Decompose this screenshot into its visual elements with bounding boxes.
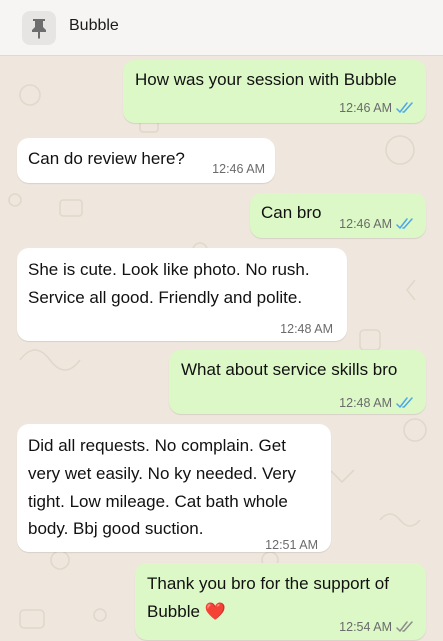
message-text-line: tight. Low mileage. Cat bath whole — [28, 492, 288, 511]
message-bubble-outgoing[interactable]: What about service skills bro 12:48 AM — [169, 350, 426, 414]
message-text: Can bro — [261, 203, 322, 222]
read-ticks-icon — [396, 102, 413, 113]
message-bubble-outgoing[interactable]: Thank you bro for the support of Bubble … — [135, 563, 426, 640]
message-meta: 12:46 AM — [212, 155, 265, 183]
message-time: 12:51 AM — [265, 538, 318, 552]
message-bubble-outgoing[interactable]: How was your session with Bubble 12:46 A… — [123, 60, 426, 123]
message-time: 12:46 AM — [339, 101, 392, 115]
message-meta: 12:51 AM — [265, 531, 318, 559]
message-bubble-outgoing[interactable]: Can bro 12:46 AM — [250, 193, 426, 238]
message-meta: 12:54 AM — [339, 613, 414, 641]
read-ticks-icon — [396, 397, 413, 408]
message-bubble-incoming[interactable]: Did all requests. No complain. Get very … — [17, 424, 331, 552]
message-text-line: Thank you bro for the support of — [147, 574, 389, 593]
message-text: What about service skills bro — [181, 360, 398, 379]
message-text-line: Service all good. Friendly and polite. — [28, 288, 303, 307]
message-meta: 12:48 AM — [280, 315, 333, 343]
delivered-ticks-icon — [396, 621, 413, 632]
message-time: 12:46 AM — [212, 162, 265, 176]
message-bubble-incoming[interactable]: Can do review here? 12:46 AM — [17, 138, 275, 183]
message-text-line: Bubble ❤️ — [147, 602, 226, 621]
pinned-message-bar[interactable]: Bubble — [0, 0, 443, 56]
read-ticks-icon — [396, 218, 413, 229]
message-text-line: Did all requests. No complain. Get — [28, 436, 286, 455]
message-text: How was your session with Bubble — [135, 70, 397, 89]
message-meta: 12:46 AM — [339, 210, 414, 238]
message-text: Can do review here? — [28, 149, 185, 168]
pinned-message-title: Bubble — [69, 17, 119, 34]
message-time: 12:54 AM — [339, 620, 392, 634]
message-meta: 12:46 AM — [339, 94, 414, 122]
message-text-line: body. Bbj good suction. — [28, 519, 204, 538]
message-meta: 12:48 AM — [339, 389, 414, 417]
message-text-line: very wet easily. No ky needed. Very — [28, 464, 297, 483]
message-time: 12:48 AM — [280, 322, 333, 336]
message-text-line: She is cute. Look like photo. No rush. — [28, 260, 310, 279]
pin-icon[interactable] — [22, 11, 56, 45]
message-time: 12:48 AM — [339, 396, 392, 410]
message-bubble-incoming[interactable]: She is cute. Look like photo. No rush. S… — [17, 248, 347, 341]
message-time: 12:46 AM — [339, 217, 392, 231]
